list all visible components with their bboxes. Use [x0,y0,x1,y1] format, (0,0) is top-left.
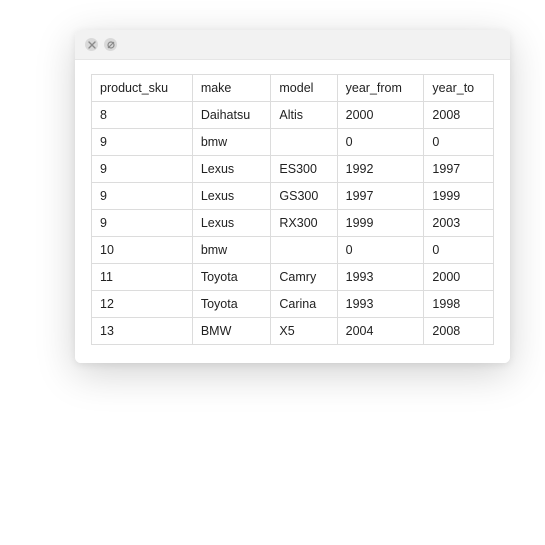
col-model: model [271,75,337,102]
cell-model: Altis [271,102,337,129]
table-row: 8DaihatsuAltis20002008 [92,102,494,129]
cell-year-from: 0 [337,129,424,156]
table-row: 9bmw 00 [92,129,494,156]
col-year-to: year_to [424,75,494,102]
cell-product-sku: 13 [92,318,193,345]
cell-year-from: 2004 [337,318,424,345]
table-row: 11ToyotaCamry19932000 [92,264,494,291]
titlebar [75,30,510,60]
cell-year-from: 1997 [337,183,424,210]
cell-make: Daihatsu [192,102,271,129]
cell-product-sku: 9 [92,183,193,210]
cell-model: X5 [271,318,337,345]
table-row: 9LexusGS30019971999 [92,183,494,210]
app-window: product_sku make model year_from year_to… [75,30,510,363]
minimize-icon[interactable] [104,38,117,51]
cell-year-to: 0 [424,237,494,264]
cell-model: Carina [271,291,337,318]
cell-product-sku: 12 [92,291,193,318]
cell-product-sku: 11 [92,264,193,291]
cell-year-from: 1992 [337,156,424,183]
table-row: 10bmw 00 [92,237,494,264]
cell-year-to: 0 [424,129,494,156]
cell-make: BMW [192,318,271,345]
cell-year-to: 2008 [424,102,494,129]
cell-make: Lexus [192,183,271,210]
cell-product-sku: 8 [92,102,193,129]
cell-model: ES300 [271,156,337,183]
cell-year-to: 2003 [424,210,494,237]
cell-year-to: 2000 [424,264,494,291]
table-body: 8DaihatsuAltis20002008 9bmw00 9LexusES30… [92,102,494,345]
cell-year-from: 1999 [337,210,424,237]
cell-year-to: 2008 [424,318,494,345]
window-content: product_sku make model year_from year_to… [75,60,510,363]
cell-year-from: 0 [337,237,424,264]
cell-year-to: 1997 [424,156,494,183]
col-product-sku: product_sku [92,75,193,102]
cell-make: bmw [192,237,271,264]
cell-product-sku: 9 [92,156,193,183]
cell-model: GS300 [271,183,337,210]
cell-model [271,237,337,264]
table-header-row: product_sku make model year_from year_to [92,75,494,102]
cell-make: bmw [192,129,271,156]
data-table: product_sku make model year_from year_to… [91,74,494,345]
cell-model [271,129,337,156]
cell-year-to: 1998 [424,291,494,318]
cell-product-sku: 10 [92,237,193,264]
cell-year-from: 1993 [337,264,424,291]
cell-product-sku: 9 [92,129,193,156]
cell-make: Lexus [192,210,271,237]
cell-year-from: 2000 [337,102,424,129]
cell-year-to: 1999 [424,183,494,210]
table-row: 13BMWX520042008 [92,318,494,345]
cell-make: Lexus [192,156,271,183]
col-year-from: year_from [337,75,424,102]
cell-model: RX300 [271,210,337,237]
col-make: make [192,75,271,102]
cell-product-sku: 9 [92,210,193,237]
cell-make: Toyota [192,264,271,291]
table-row: 9LexusES30019921997 [92,156,494,183]
table-row: 9LexusRX30019992003 [92,210,494,237]
close-icon[interactable] [85,38,98,51]
table-row: 12ToyotaCarina19931998 [92,291,494,318]
cell-make: Toyota [192,291,271,318]
cell-year-from: 1993 [337,291,424,318]
cell-model: Camry [271,264,337,291]
